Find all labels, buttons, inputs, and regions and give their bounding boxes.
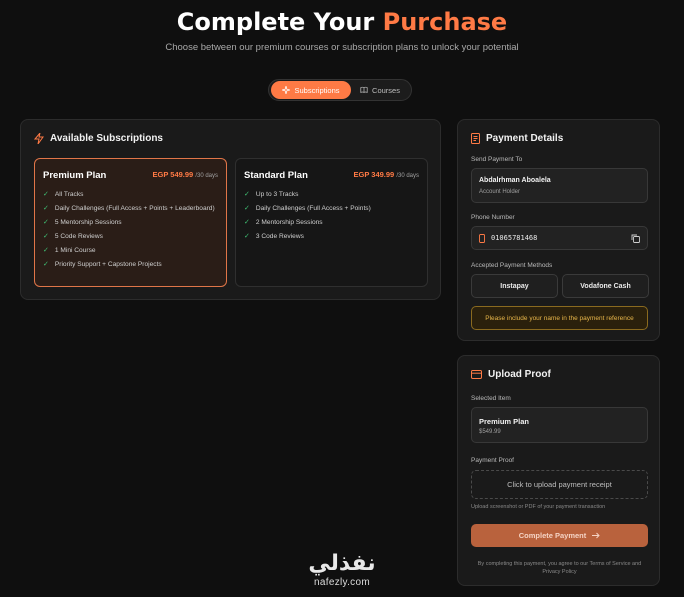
- feature-text: All Tracks: [54, 191, 84, 198]
- selected-item-box: Premium Plan $549.99: [471, 407, 648, 443]
- book-icon: [360, 86, 368, 94]
- plan-price-amount: EGP 549.99: [152, 170, 194, 179]
- feature-item: ✓ Up to 3 Tracks: [244, 190, 419, 199]
- terms-text: By completing this payment, you agree to…: [477, 561, 642, 575]
- check-icon: ✓: [244, 205, 250, 212]
- feature-text: Daily Challenges (Full Access + Points +…: [54, 205, 215, 212]
- subscriptions-title-text: Available Subscriptions: [50, 133, 163, 144]
- plan-card-premium[interactable]: Premium Plan EGP 549.99 /30 days ✓ All Tr…: [34, 158, 227, 287]
- feature-text: Priority Support + Capstone Projects: [54, 261, 162, 268]
- feature-text: 5 Mentorship Sessions: [54, 219, 122, 226]
- upload-proof-title: Upload Proof: [471, 369, 551, 380]
- check-icon: ✓: [43, 205, 49, 212]
- page-title-main: Complete Your: [176, 8, 383, 36]
- feature-text: 1 Mini Course: [54, 247, 96, 254]
- lightning-icon: [34, 133, 44, 144]
- page-title: Complete Your Purchase: [0, 8, 684, 36]
- payment-details-panel: Payment Details Send Payment To Abdalrhm…: [457, 119, 660, 341]
- complete-payment-button[interactable]: Complete Payment: [471, 524, 648, 547]
- tab-courses[interactable]: Courses: [351, 81, 409, 99]
- feature-item: ✓ All Tracks: [43, 190, 218, 199]
- plan-price: EGP 349.99 /30 days: [353, 170, 419, 179]
- phone-number: 01065781468: [491, 234, 538, 242]
- upload-proof-title-text: Upload Proof: [488, 369, 551, 380]
- payment-proof-label: Payment Proof: [471, 457, 514, 464]
- plan-name: Premium Plan: [43, 170, 107, 181]
- check-icon: ✓: [43, 261, 49, 268]
- account-name: Abdalrhman Aboalela: [479, 177, 551, 184]
- feature-item: ✓ Priority Support + Capstone Projects: [43, 260, 218, 269]
- payment-details-title-text: Payment Details: [486, 133, 564, 144]
- selected-item-name: Premium Plan: [479, 417, 530, 426]
- plan-price-amount: EGP 349.99: [353, 170, 395, 179]
- check-icon: ✓: [244, 219, 250, 226]
- plan-features: ✓ All Tracks ✓ Daily Challenges (Full Acce…: [43, 190, 218, 274]
- phone-icon: [479, 233, 485, 243]
- plan-price-period: /30 days: [195, 173, 218, 179]
- feature-item: ✓ Daily Challenges (Full Access + Points): [244, 204, 419, 213]
- feature-text: Daily Challenges (Full Access + Points): [255, 205, 371, 212]
- card-icon: [471, 370, 482, 379]
- account-holder-box: Abdalrhman Aboalela Account Holder: [471, 168, 648, 203]
- watermark-latin: nafezly.com: [314, 577, 370, 588]
- page-title-accent: Purchase: [382, 8, 508, 36]
- complete-payment-label: Complete Payment: [518, 531, 587, 540]
- plan-price: EGP 549.99 /30 days: [152, 170, 218, 179]
- feature-text: 5 Code Reviews: [54, 233, 103, 240]
- arrow-right-icon: [592, 532, 600, 539]
- purchase-type-toggle: Subscriptions Courses: [268, 79, 412, 101]
- check-icon: ✓: [43, 191, 49, 198]
- watermark-arabic: نفذلي: [308, 551, 376, 576]
- plan-name: Standard Plan: [244, 170, 308, 181]
- selected-item-label: Selected Item: [471, 395, 511, 402]
- check-icon: ✓: [244, 233, 250, 240]
- subscriptions-panel: Available Subscriptions Premium Plan EGP…: [20, 119, 441, 300]
- plan-price-period: /30 days: [396, 173, 419, 179]
- phone-field: 01065781468: [471, 226, 648, 250]
- feature-item: ✓ 2 Mentorship Sessions: [244, 218, 419, 227]
- nafezly-watermark: نفذلي nafezly.com: [300, 551, 384, 595]
- payment-reference-notice: Please include your name in the payment …: [471, 306, 648, 330]
- methods-label: Accepted Payment Methods: [471, 262, 553, 269]
- upload-dropzone[interactable]: Click to upload payment receipt: [471, 470, 648, 499]
- check-icon: ✓: [43, 219, 49, 226]
- method-instapay-button[interactable]: Instapay: [471, 274, 558, 298]
- payment-details-title: Payment Details: [471, 133, 563, 144]
- copy-icon[interactable]: [631, 234, 640, 243]
- page-subtitle: Choose between our premium courses or su…: [165, 42, 519, 53]
- check-icon: ✓: [244, 191, 250, 198]
- tab-subscriptions[interactable]: Subscriptions: [271, 81, 351, 99]
- feature-text: 3 Code Reviews: [255, 233, 304, 240]
- feature-item: ✓ 1 Mini Course: [43, 246, 218, 255]
- selected-item-price: $549.99: [479, 429, 501, 435]
- account-role: Account Holder: [479, 189, 521, 195]
- plan-card-standard[interactable]: Standard Plan EGP 349.99 /30 days ✓ Up to…: [235, 158, 428, 287]
- feature-item: ✓ 3 Code Reviews: [244, 232, 419, 241]
- feature-item: ✓ 5 Code Reviews: [43, 232, 218, 241]
- tab-courses-label: Courses: [372, 85, 400, 95]
- sparkle-icon: [282, 86, 291, 94]
- feature-item: ✓ Daily Challenges (Full Access + Points …: [43, 204, 218, 213]
- receipt-icon: [471, 133, 480, 144]
- check-icon: ✓: [43, 233, 49, 240]
- subscriptions-title: Available Subscriptions: [34, 133, 163, 144]
- send-to-label: Send Payment To: [471, 156, 523, 163]
- upload-proof-panel: Upload Proof Selected Item Premium Plan …: [457, 355, 660, 586]
- upload-hint: Upload screenshot or PDF of your payment…: [471, 504, 606, 510]
- check-icon: ✓: [43, 247, 49, 254]
- method-vodafone-cash-button[interactable]: Vodafone Cash: [562, 274, 649, 298]
- feature-item: ✓ 5 Mentorship Sessions: [43, 218, 218, 227]
- plan-features: ✓ Up to 3 Tracks ✓ Daily Challenges (Full …: [244, 190, 419, 246]
- phone-label: Phone Number: [471, 214, 515, 221]
- tab-subscriptions-label: Subscriptions: [294, 85, 340, 95]
- feature-text: Up to 3 Tracks: [255, 191, 299, 198]
- feature-text: 2 Mentorship Sessions: [255, 219, 323, 226]
